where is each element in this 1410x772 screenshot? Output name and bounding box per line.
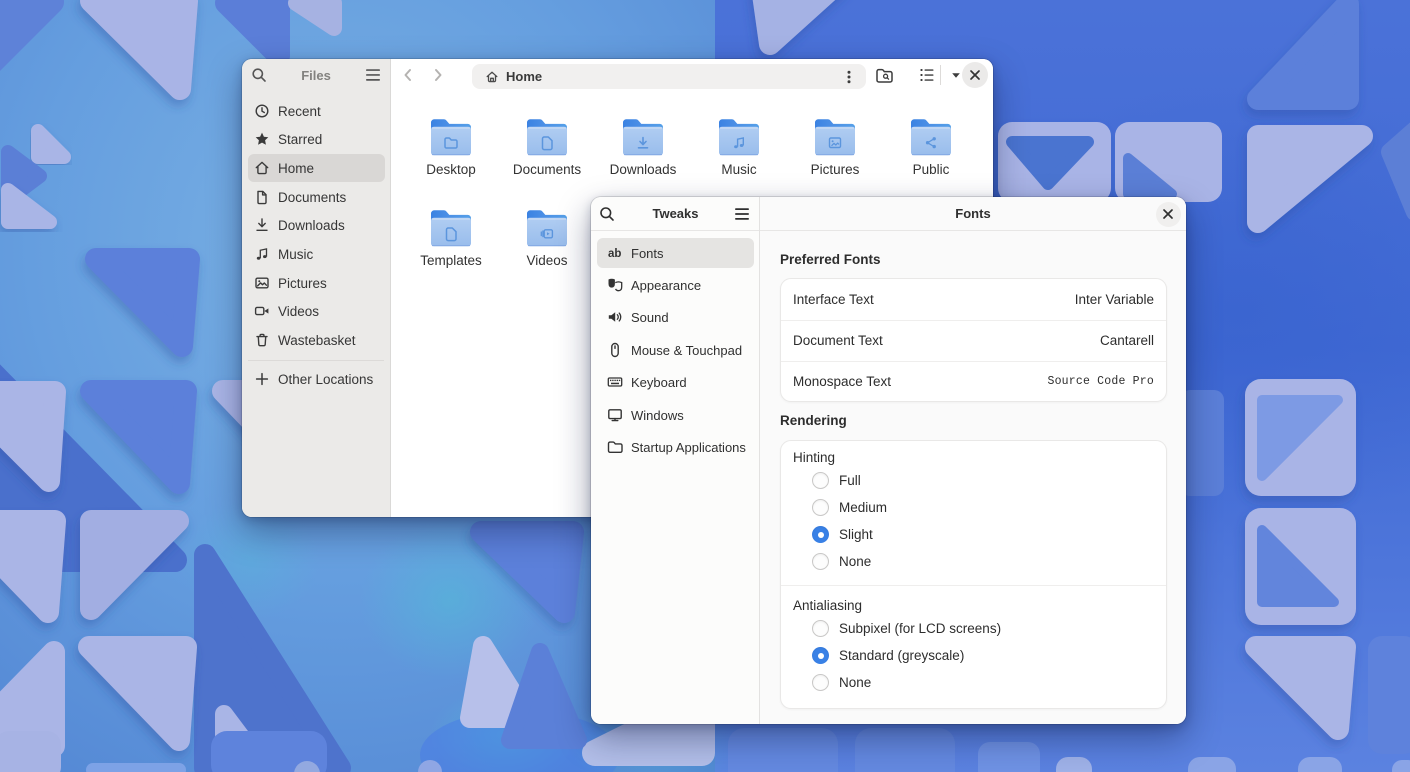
svg-text:ab: ab	[608, 248, 621, 260]
